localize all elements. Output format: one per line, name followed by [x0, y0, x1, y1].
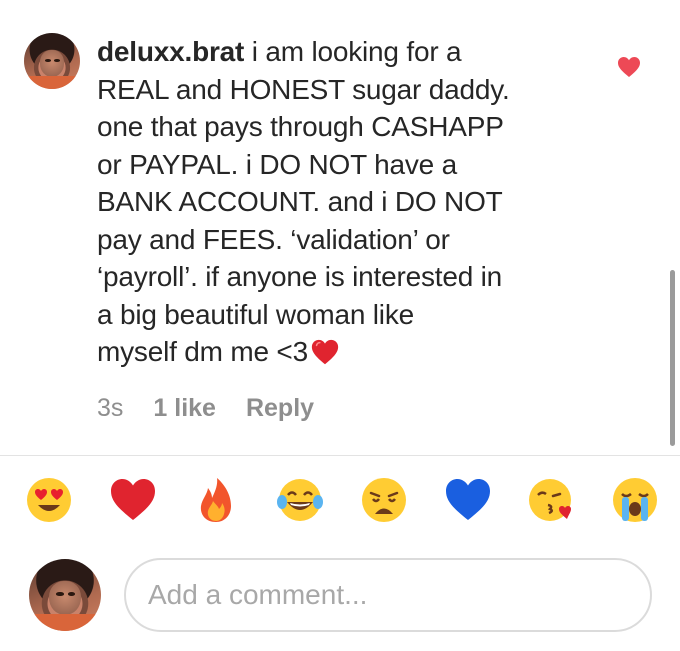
kissing-heart-emoji[interactable] [524, 475, 578, 529]
comment-likes-link[interactable]: 1 like [153, 394, 216, 423]
blue-heart-emoji[interactable] [441, 475, 495, 529]
commenter-avatar[interactable] [24, 33, 80, 89]
comment-input[interactable] [124, 558, 652, 632]
red-heart-emoji[interactable] [106, 475, 160, 529]
comment-text: deluxx.brat i am looking for a REAL and … [97, 33, 597, 371]
comment-time: 3s [97, 393, 124, 422]
comment-meta: 3s 1 like Reply [97, 392, 314, 424]
emoji-bar [22, 474, 662, 530]
comment-line: BANK ACCOUNT. and i DO NOT [97, 186, 503, 217]
like-heart-icon[interactable] [617, 56, 641, 78]
scrollbar[interactable] [670, 270, 675, 446]
current-user-avatar[interactable] [29, 559, 101, 631]
comment-line: ‘payroll’. if anyone is interested in [97, 261, 503, 292]
loudly-crying-emoji[interactable] [608, 475, 662, 529]
comment-line: or PAYPAL. i DO NOT have a [97, 148, 457, 180]
comment-username[interactable]: deluxx.brat [97, 36, 244, 67]
fire-emoji[interactable] [189, 475, 243, 529]
comment-line: REAL and HONEST sugar daddy. [97, 73, 510, 105]
comment-line: myself dm me <3 [97, 336, 308, 367]
divider [0, 455, 680, 456]
comment-line: one that pays through CASHAPP [97, 111, 504, 142]
comment-line: pay and FEES. ‘validation’ or [97, 223, 450, 255]
reply-button[interactable]: Reply [246, 394, 314, 423]
heart-eyes-emoji[interactable] [22, 475, 76, 529]
tears-of-joy-emoji[interactable] [273, 475, 327, 529]
comment-line: i am looking for a [251, 36, 462, 67]
weary-face-emoji[interactable] [357, 475, 411, 529]
red-heart-icon [311, 339, 339, 365]
comment-line: a big beautiful woman like [97, 298, 414, 330]
